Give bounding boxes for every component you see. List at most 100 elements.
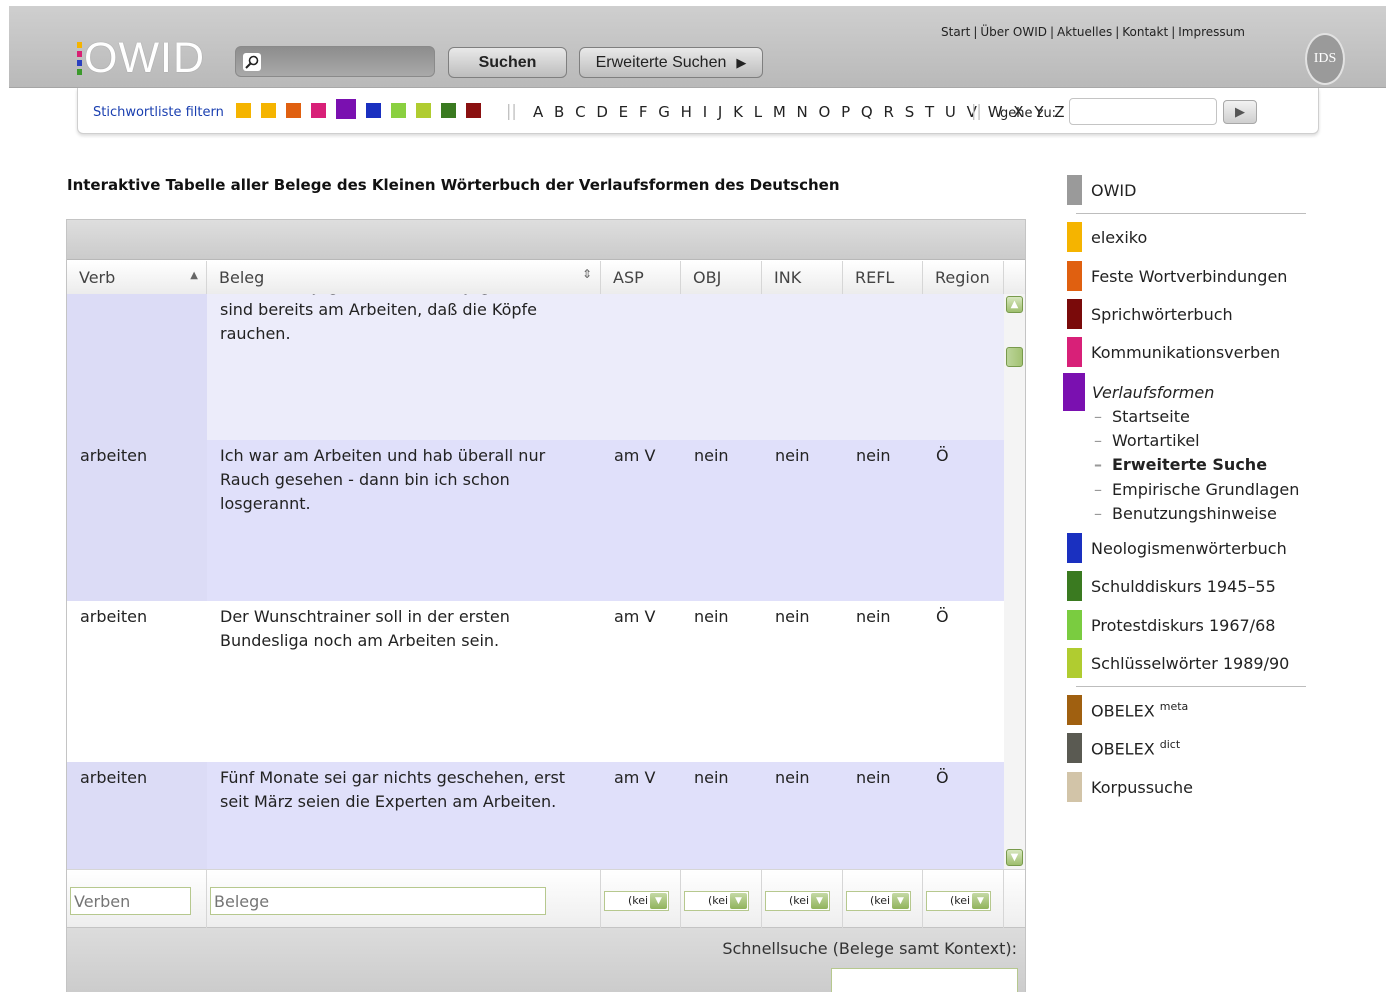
- asp-filter-select[interactable]: (kei ▼: [604, 891, 669, 911]
- cell-obj: nein: [681, 440, 762, 601]
- sidebar-item-schulddiskurs[interactable]: Schulddiskurs 1945–55: [1067, 571, 1276, 601]
- cell-beleg: Der Wunschtrainer soll in der ersten Bun…: [207, 601, 601, 762]
- column-header-asp[interactable]: ASP: [601, 261, 681, 294]
- sidebar-item-obelex-dict[interactable]: OBELEX dict: [1067, 733, 1180, 763]
- column-header-label: REFL: [855, 268, 895, 287]
- select-value: (kei: [708, 894, 729, 907]
- sidebar-subitem-startseite[interactable]: – Startseite: [1094, 407, 1190, 426]
- filter-label[interactable]: Stichwortliste filtern: [93, 105, 224, 120]
- obj-filter-select[interactable]: (kei ▼: [684, 891, 749, 911]
- filter-swatch-10[interactable]: [466, 103, 481, 118]
- filter-swatch-2[interactable]: [261, 103, 276, 118]
- filter-swatch-3[interactable]: [286, 103, 301, 118]
- cell-refl: nein: [843, 294, 923, 440]
- nav-link-kontakt[interactable]: Kontakt: [1122, 25, 1168, 39]
- filter-swatch-4[interactable]: [311, 103, 326, 118]
- grid-body: arbeiten Der Harder Jugendrat und das Ju…: [67, 294, 1004, 869]
- color-marker: [1067, 337, 1082, 367]
- cell-asp: am V: [601, 294, 681, 440]
- nav-link-impressum[interactable]: Impressum: [1178, 25, 1245, 39]
- column-header-refl[interactable]: REFL: [843, 261, 923, 294]
- sidebar-subitem-erweiterte-suche[interactable]: – Erweiterte Suche: [1094, 455, 1267, 474]
- color-marker: [1067, 533, 1082, 563]
- ids-logo[interactable]: IDS: [1305, 33, 1345, 85]
- column-header-verb[interactable]: Verb ▲: [67, 261, 207, 294]
- sidebar-subitem-label: Wortartikel: [1112, 431, 1200, 450]
- goto-label: gehe zu:: [1000, 106, 1057, 121]
- sidebar-item-neologismenwoerterbuch[interactable]: Neologismenwörterbuch: [1067, 533, 1287, 563]
- cell-obj: nein: [681, 601, 762, 762]
- cell-ink: nein: [762, 440, 843, 601]
- scroll-down-button[interactable]: ▼: [1006, 849, 1023, 866]
- cell-beleg: Ich war am Arbeiten und hab überall nur …: [207, 440, 601, 601]
- sidebar-item-feste-wortverbindungen[interactable]: Feste Wortverbindungen: [1067, 261, 1287, 291]
- filter-cell-verb: [67, 870, 207, 929]
- goto-button[interactable]: ▶: [1223, 100, 1257, 124]
- color-marker: [1067, 261, 1082, 291]
- nav-link-ueber-owid[interactable]: Über OWID: [980, 25, 1047, 39]
- column-header-beleg[interactable]: Beleg ⇕: [207, 261, 601, 294]
- verb-filter-input[interactable]: [70, 887, 191, 915]
- column-header-ink[interactable]: INK: [762, 261, 843, 294]
- sidebar-subitem-empirische-grundlagen[interactable]: – Empirische Grundlagen: [1094, 480, 1299, 499]
- filter-cell-asp: (kei ▼: [601, 870, 681, 929]
- sidebar-item-label: Schulddiskurs 1945–55: [1091, 576, 1276, 596]
- goto-input[interactable]: [1069, 98, 1217, 125]
- search-button[interactable]: Suchen: [448, 47, 567, 78]
- chevron-down-icon: ▼: [972, 893, 989, 909]
- column-header-region[interactable]: Region: [923, 261, 1004, 294]
- chevron-down-icon: ▼: [650, 893, 667, 909]
- filter-swatch-5[interactable]: [336, 99, 356, 119]
- nav-separator: |: [1115, 25, 1120, 39]
- table-row[interactable]: arbeiten Der Wunschtrainer soll in der e…: [67, 601, 1004, 762]
- filter-swatch-7[interactable]: [391, 103, 406, 118]
- search-input[interactable]: [266, 52, 426, 72]
- beleg-filter-input[interactable]: [210, 887, 546, 915]
- scroll-up-button[interactable]: ▲: [1006, 296, 1023, 313]
- nav-link-start[interactable]: Start: [941, 25, 970, 39]
- owid-logo[interactable]: OWID: [77, 37, 205, 80]
- sidebar-item-obelex-meta[interactable]: OBELEX meta: [1067, 695, 1188, 725]
- dash: –: [1094, 407, 1102, 426]
- sidebar-subitem-wortartikel[interactable]: – Wortartikel: [1094, 431, 1200, 450]
- sidebar-item-label: Feste Wortverbindungen: [1091, 266, 1288, 286]
- select-value: (kei: [789, 894, 810, 907]
- filter-cell-ink: (kei ▼: [762, 870, 843, 929]
- play-icon: ▶: [1235, 104, 1245, 120]
- column-filter-row: (kei▼ (kei▼ (kei▼ (kei▼ (kei▼: [67, 869, 1025, 929]
- sidebar-item-elexiko[interactable]: elexiko: [1067, 222, 1147, 252]
- nav-link-aktuelles[interactable]: Aktuelles: [1057, 25, 1112, 39]
- filter-swatch-6[interactable]: [366, 103, 381, 118]
- logo-bar-blue: [77, 59, 82, 66]
- column-header-label: Beleg: [219, 268, 265, 287]
- sidebar-item-sprichwoerterbuch[interactable]: Sprichwörterbuch: [1067, 299, 1233, 329]
- cell-verb: arbeiten: [67, 601, 207, 762]
- sidebar-item-label: Sprichwörterbuch: [1091, 304, 1233, 324]
- sidebar-item-schluesselwoerter[interactable]: Schlüsselwörter 1989/90: [1067, 648, 1289, 678]
- filter-swatch-8[interactable]: [416, 103, 431, 118]
- chevron-down-icon: ▼: [730, 893, 747, 909]
- filter-swatch-1[interactable]: [236, 103, 251, 118]
- table-row[interactable]: arbeiten Der Harder Jugendrat und das Ju…: [67, 294, 1004, 440]
- sidebar-item-protestdiskurs[interactable]: Protestdiskurs 1967/68: [1067, 610, 1275, 640]
- refl-filter-select[interactable]: (kei ▼: [846, 891, 911, 911]
- quick-search-input[interactable]: [831, 968, 1018, 992]
- column-header-obj[interactable]: OBJ: [681, 261, 762, 294]
- sortable-icon: ⇕: [581, 267, 592, 281]
- vertical-scrollbar[interactable]: ▲ ▼: [1004, 294, 1025, 869]
- sidebar-item-kommunikationsverben[interactable]: Kommunikationsverben: [1067, 337, 1280, 367]
- table-row[interactable]: arbeiten Fünf Monate sei gar nichts gesc…: [67, 762, 1004, 869]
- table-row[interactable]: arbeiten Ich war am Arbeiten und hab übe…: [67, 440, 1004, 601]
- search-field[interactable]: [235, 46, 435, 77]
- advanced-search-button[interactable]: Erweiterte Suchen ▶: [579, 47, 763, 78]
- sidebar-item-verlaufsformen[interactable]: Verlaufsformen: [1063, 373, 1214, 411]
- cell-asp: am V: [601, 762, 681, 869]
- sidebar-item-korpussuche[interactable]: Korpussuche: [1067, 772, 1193, 802]
- region-filter-select[interactable]: (kei ▼: [926, 891, 991, 911]
- ink-filter-select[interactable]: (kei ▼: [765, 891, 830, 911]
- sidebar-item-owid[interactable]: OWID: [1067, 175, 1136, 205]
- sidebar-subitem-benutzungshinweise[interactable]: – Benutzungshinweise: [1094, 504, 1277, 523]
- filter-swatch-9[interactable]: [441, 103, 456, 118]
- scrollbar-thumb[interactable]: [1006, 347, 1023, 367]
- select-value: (kei: [628, 894, 649, 907]
